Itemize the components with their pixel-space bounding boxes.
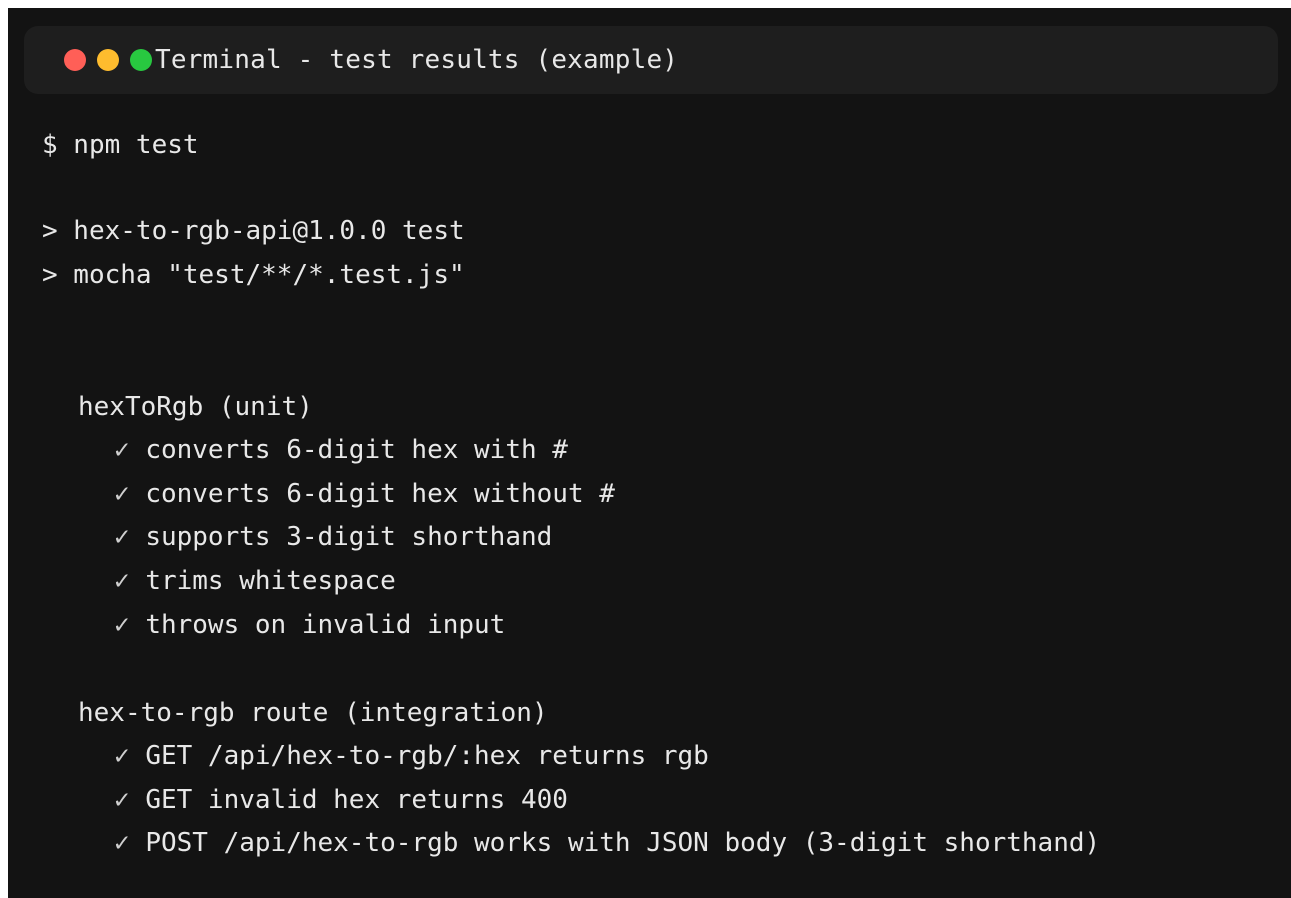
close-icon[interactable]	[64, 49, 86, 71]
check-icon: ✓	[114, 522, 130, 552]
script-line: > mocha "test/**/*.test.js"	[42, 260, 465, 290]
test-result: ✓ GET /api/hex-to-rgb/:hex returns rgb	[114, 740, 709, 772]
check-icon: ✓	[114, 566, 130, 596]
check-icon: ✓	[114, 610, 130, 640]
script-line: > hex-to-rgb-api@1.0.0 test	[42, 216, 465, 246]
minimize-icon[interactable]	[97, 49, 119, 71]
check-icon: ✓	[114, 785, 130, 815]
suite-title: hexToRgb (unit)	[78, 392, 313, 422]
test-name: converts 6-digit hex with #	[145, 435, 568, 465]
test-result: ✓ converts 6-digit hex without #	[114, 478, 615, 510]
test-result: ✓ supports 3-digit shorthand	[114, 521, 552, 553]
test-result: ✓ converts 6-digit hex with #	[114, 434, 568, 466]
test-name: POST /api/hex-to-rgb works with JSON bod…	[145, 828, 1101, 858]
terminal-window: Terminal - test results (example) $ npm …	[8, 8, 1291, 898]
test-name: trims whitespace	[145, 566, 396, 596]
test-name: GET invalid hex returns 400	[145, 785, 568, 815]
test-result: ✓ GET invalid hex returns 400	[114, 784, 568, 816]
title-bar: Terminal - test results (example)	[24, 26, 1278, 94]
command-line: $ npm test	[42, 130, 199, 160]
test-name: throws on invalid input	[145, 610, 506, 640]
check-icon: ✓	[114, 479, 130, 509]
window-title: Terminal - test results (example)	[155, 45, 679, 75]
test-name: converts 6-digit hex without #	[145, 479, 615, 509]
test-name: supports 3-digit shorthand	[145, 522, 553, 552]
test-result: ✓ trims whitespace	[114, 565, 396, 597]
test-result: ✓ throws on invalid input	[114, 609, 505, 641]
test-name: GET /api/hex-to-rgb/:hex returns rgb	[145, 741, 709, 771]
maximize-icon[interactable]	[130, 49, 152, 71]
suite-title: hex-to-rgb route (integration)	[78, 698, 548, 728]
check-icon: ✓	[114, 435, 130, 465]
check-icon: ✓	[114, 741, 130, 771]
check-icon: ✓	[114, 828, 130, 858]
test-result: ✓ POST /api/hex-to-rgb works with JSON b…	[114, 827, 1100, 859]
